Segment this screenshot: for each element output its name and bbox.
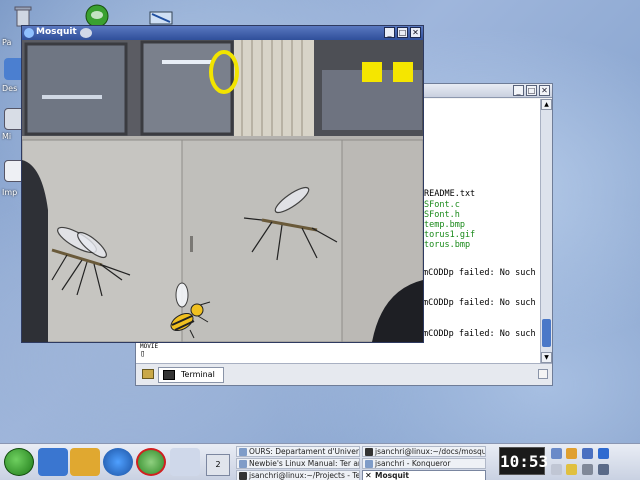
home-folder-icon[interactable]	[38, 448, 68, 476]
desktop-label: Imp	[2, 188, 18, 197]
konqueror-icon[interactable]	[103, 448, 133, 476]
scroll-down-icon[interactable]: ▼	[541, 352, 552, 363]
game-canvas[interactable]	[22, 40, 423, 342]
start-menu-icon[interactable]	[4, 448, 34, 476]
terminal-cursor: ▯	[140, 349, 146, 359]
task-button[interactable]: jsanchri - Konqueror	[362, 458, 486, 469]
desktop-label: Pa	[2, 38, 12, 47]
monitor-icon[interactable]	[598, 464, 609, 475]
task-label: jsanchri - Konqueror	[375, 459, 451, 468]
tab-label: Terminal	[181, 370, 215, 379]
task-button[interactable]: jsanchri@linux:~/docs/mosquit	[362, 446, 486, 457]
life-square	[393, 62, 413, 82]
terminal-icon	[163, 370, 175, 380]
window-icon	[365, 460, 373, 468]
speaker-icon[interactable]	[551, 448, 562, 459]
lock-icon[interactable]	[551, 464, 562, 475]
file-entry: torus.bmp	[424, 240, 471, 250]
task-label: OURS: Departament d'Univer	[249, 447, 359, 456]
desktop-pager[interactable]: 2	[206, 454, 230, 476]
file-entry: torus1.gif	[424, 230, 476, 240]
error-line: mCODDp failed: No such	[423, 268, 536, 278]
task-button-active[interactable]: ✕ Mosquit	[362, 470, 486, 480]
task-label: jsanchri@linux:~/Projects - Te	[249, 471, 360, 480]
new-tab-icon[interactable]	[142, 369, 154, 379]
life-square	[362, 62, 382, 82]
task-button[interactable]: Newbie's Linux Manual: Ter am	[236, 458, 360, 469]
window-icon	[239, 460, 247, 468]
terminal-scrollbar[interactable]: ▲ ▼	[540, 99, 552, 363]
task-label: Newbie's Linux Manual: Ter am	[249, 459, 360, 468]
clock[interactable]: 10:53	[499, 447, 548, 475]
terminal-icon	[365, 448, 373, 456]
file-entry: SFont.h	[424, 210, 460, 220]
minimize-button[interactable]: _	[513, 85, 524, 96]
task-button[interactable]: jsanchri@linux:~/Projects - Te	[236, 470, 360, 480]
update-icon[interactable]	[598, 448, 609, 459]
close-button[interactable]: ✕	[410, 27, 421, 38]
scroll-up-icon[interactable]: ▲	[541, 99, 552, 110]
minimize-button[interactable]: _	[384, 27, 395, 38]
file-entry: README.txt	[424, 189, 476, 199]
klipper-icon[interactable]	[582, 448, 593, 459]
close-tab-icon[interactable]	[538, 369, 548, 379]
file-entry: SFont.c	[424, 200, 460, 210]
task-label: jsanchri@linux:~/docs/mosquit	[375, 447, 486, 456]
tab-terminal[interactable]: Terminal	[158, 367, 224, 383]
window-title: Mosquit	[36, 27, 77, 37]
error-line: mCODDp failed: No such	[423, 329, 536, 339]
terminal-icon	[239, 472, 247, 480]
scroll-thumb[interactable]	[542, 319, 551, 347]
error-line: mCODDp failed: No such	[423, 298, 536, 308]
close-button[interactable]: ✕	[539, 85, 550, 96]
file-entry: temp.bmp	[424, 220, 465, 230]
mosquit-titlebar[interactable]: Mosquit _ □ ✕	[22, 26, 423, 40]
maximize-button[interactable]: □	[526, 85, 537, 96]
mosquit-window[interactable]: Mosquit _ □ ✕	[21, 25, 424, 343]
task-button[interactable]: OURS: Departament d'Univer	[236, 446, 360, 457]
close-icon: ✕	[365, 471, 373, 480]
suse-logo-icon	[80, 28, 92, 38]
window-icon	[239, 448, 247, 456]
terminal-tabbar: Terminal	[136, 363, 552, 385]
desktop-label: Mi	[2, 132, 12, 141]
app-icon	[24, 28, 34, 38]
mail-icon[interactable]	[170, 448, 200, 476]
task-label: Mosquit	[375, 471, 409, 480]
desktop-label: Des	[2, 84, 18, 93]
maximize-button[interactable]: □	[397, 27, 408, 38]
suse-help-icon[interactable]	[136, 448, 166, 476]
keyboard-icon[interactable]	[566, 464, 577, 475]
network-tray-icon[interactable]	[566, 448, 577, 459]
shell-icon[interactable]	[70, 448, 100, 476]
battery-icon[interactable]	[582, 464, 593, 475]
